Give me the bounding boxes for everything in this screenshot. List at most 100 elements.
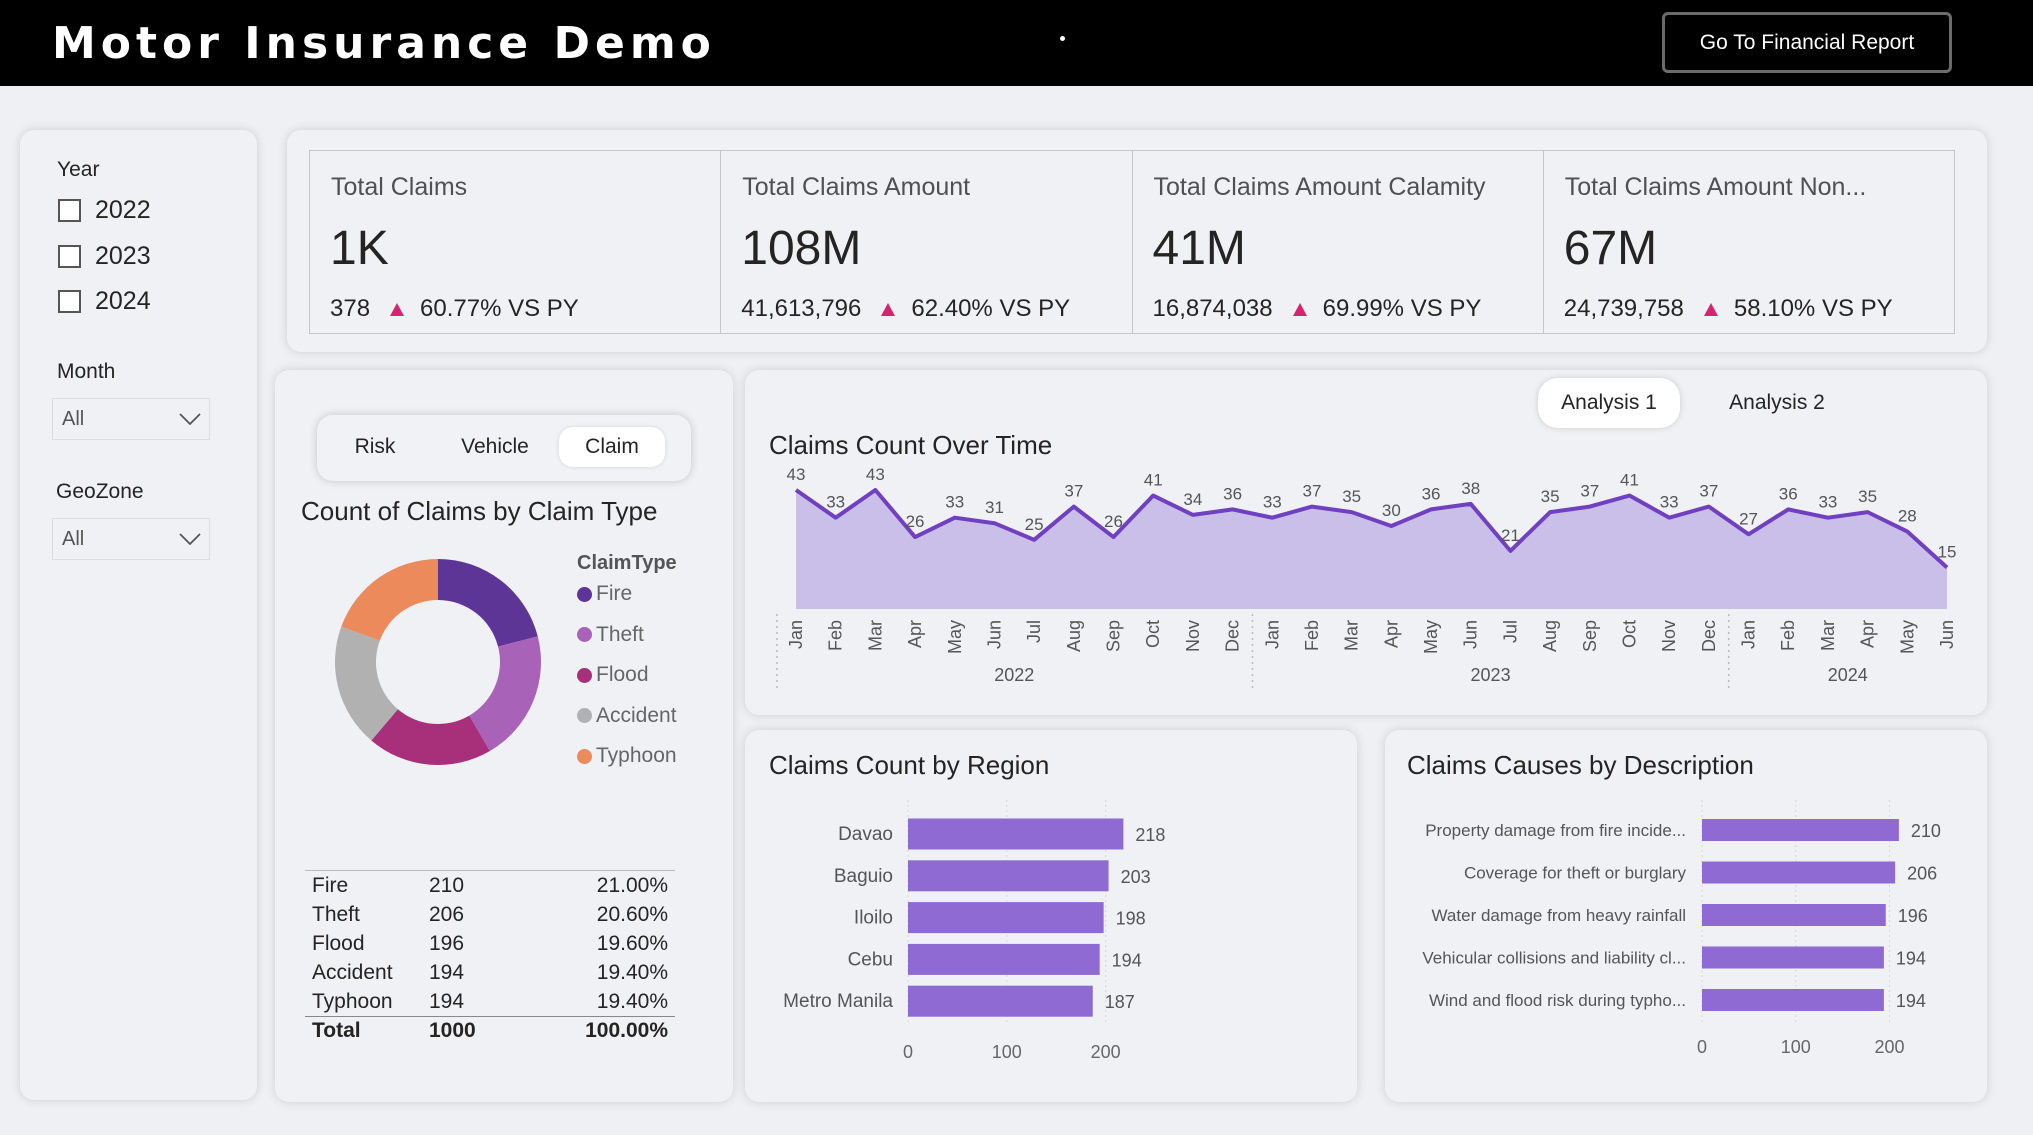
x-tick-label: Jun	[984, 620, 1004, 649]
checkbox[interactable]	[58, 245, 81, 268]
kpi-sub-value: 41,613,796	[741, 295, 862, 322]
kpi-title: Total Claims Amount Non...	[1564, 173, 1867, 201]
financial-report-button[interactable]: Go To Financial Report	[1662, 12, 1952, 73]
claim-type-table: Fire 210 21.00% Theft 206 20.60% Flood 1…	[305, 870, 675, 1045]
year-option-2022[interactable]: 2022	[58, 196, 151, 225]
data-label: 203	[1121, 867, 1151, 887]
data-label: 37	[1064, 482, 1083, 501]
cell-count: 194	[429, 989, 465, 1013]
data-label: 43	[787, 465, 806, 484]
data-label: 30	[1382, 501, 1401, 520]
x-tick-label: 200	[1091, 1042, 1121, 1062]
geozone-dropdown[interactable]: All	[52, 518, 210, 560]
x-tick-label: Jul	[1024, 620, 1044, 643]
series-line[interactable]	[794, 488, 1949, 569]
legend-title: ClaimType	[577, 552, 677, 574]
bar[interactable]	[1702, 904, 1886, 926]
x-tick-label: Nov	[1659, 620, 1679, 652]
kpi-card-total-claims[interactable]: Total Claims 1K 378 60.77% VS PY	[310, 151, 722, 333]
month-dropdown-value: All	[62, 407, 85, 430]
legend-item-typhoon[interactable]: Typhoon	[577, 744, 677, 768]
bar[interactable]	[1702, 819, 1899, 841]
kpi-card-claims-amount-calamity[interactable]: Total Claims Amount Calamity 41M 16,874,…	[1133, 151, 1544, 333]
table-row[interactable]: Fire 210 21.00%	[305, 871, 675, 900]
month-dropdown[interactable]: All	[52, 398, 210, 440]
geozone-filter-label: GeoZone	[56, 480, 144, 503]
kpi-title: Total Claims Amount	[742, 173, 971, 201]
legend-item-flood[interactable]: Flood	[577, 663, 649, 687]
year-option-2023[interactable]: 2023	[58, 242, 151, 271]
legend-item-theft[interactable]: Theft	[577, 623, 644, 647]
x-tick-label: 100	[992, 1042, 1022, 1062]
segment-risk-button[interactable]: Risk	[335, 427, 415, 467]
tab-analysis-2[interactable]: Analysis 2	[1707, 378, 1847, 428]
cell-type: Accident	[312, 960, 393, 984]
x-tick-label: Aug	[1540, 620, 1560, 652]
bar[interactable]	[908, 860, 1109, 892]
legend-label: Theft	[596, 622, 644, 646]
claims-causes-chart[interactable]: 0 100 200 Property damage from fire incide.…	[1385, 730, 1987, 1102]
x-tick-label: May	[945, 620, 965, 654]
x-tick-label: 200	[1874, 1037, 1904, 1057]
header-bar: Motor Insurance Demo Go To Financial Rep…	[0, 0, 2033, 86]
data-label: 37	[1580, 482, 1599, 501]
bar[interactable]	[908, 943, 1100, 975]
data-label: 210	[1911, 821, 1941, 841]
kpi-card-total-claims-amount[interactable]: Total Claims Amount 108M 41,613,796 62.4…	[721, 151, 1133, 333]
data-label: 26	[906, 512, 925, 531]
filter-pane: Year 2022 2023 2024 Month All GeoZone Al…	[20, 130, 257, 1100]
kpi-change: 62.40% VS PY	[911, 295, 1071, 322]
segment-vehicle-button[interactable]: Vehicle	[445, 427, 545, 467]
donut-slice-fire[interactable]	[438, 559, 538, 647]
year-option-label: 2023	[95, 242, 151, 270]
x-tick-label: Feb	[826, 620, 846, 651]
data-label: 35	[1858, 487, 1877, 506]
data-label: 21	[1501, 526, 1520, 545]
bar[interactable]	[908, 818, 1124, 850]
kpi-value: 67M	[1563, 222, 1658, 275]
table-row[interactable]: Theft 206 20.60%	[305, 900, 675, 929]
year-filter-label: Year	[57, 158, 100, 181]
kpi-value: 108M	[741, 222, 862, 275]
x-tick-label: Jun	[1461, 620, 1481, 649]
checkbox[interactable]	[58, 199, 81, 222]
cell-percent: 19.40%	[596, 989, 668, 1013]
segment-claim-button[interactable]: Claim	[559, 427, 665, 467]
bar[interactable]	[1702, 989, 1884, 1011]
legend-label: Accident	[596, 703, 677, 727]
cell-percent: 21.00%	[596, 873, 668, 897]
kpi-subline: 41,613,796 62.40% VS PY	[741, 295, 1070, 323]
data-label: 41	[1144, 471, 1163, 490]
bar[interactable]	[1702, 946, 1884, 969]
bar[interactable]	[908, 902, 1104, 934]
x-tick-label: Jan	[1739, 620, 1759, 649]
x-tick-label: May	[1421, 620, 1441, 654]
donut-slice-theft[interactable]	[469, 636, 541, 751]
legend-item-accident[interactable]: Accident	[577, 704, 677, 728]
cell-count: 196	[429, 931, 465, 955]
kpi-panel: Total Claims 1K 378 60.77% VS PY Total C…	[287, 130, 1987, 352]
data-label: 41	[1620, 471, 1639, 490]
table-row[interactable]: Flood 196 19.60%	[305, 929, 675, 958]
x-tick-label: Dec	[1223, 620, 1243, 652]
claim-type-donut-chart[interactable]	[318, 542, 558, 782]
year-option-2024[interactable]: 2024	[58, 287, 151, 316]
kpi-subline: 16,874,038 69.99% VS PY	[1153, 295, 1482, 323]
cell-type: Flood	[312, 931, 365, 955]
kpi-card-claims-amount-non-calamity[interactable]: Total Claims Amount Non... 67M 24,739,75…	[1544, 151, 1954, 333]
bar[interactable]	[1702, 861, 1896, 884]
legend-dot-icon	[577, 586, 592, 602]
data-label: 38	[1461, 479, 1480, 498]
data-label: 33	[1660, 493, 1679, 512]
claims-by-region-chart[interactable]: 0 100 200 Davao 218 Baguio 203 Iloilo 198 Cebu 194…	[745, 730, 1357, 1102]
table-row[interactable]: Accident 194 19.40%	[305, 958, 675, 987]
category-label: Wind and flood risk during typho...	[1429, 991, 1686, 1010]
legend-item-fire[interactable]: Fire	[577, 582, 632, 606]
cell-type: Typhoon	[312, 989, 393, 1013]
segment-switcher: Risk Vehicle Claim	[317, 415, 691, 481]
bar[interactable]	[908, 985, 1093, 1017]
table-row[interactable]: Typhoon 194 19.40%	[305, 987, 675, 1016]
donut-slice-typhoon[interactable]	[341, 559, 438, 641]
checkbox[interactable]	[58, 290, 81, 313]
tab-analysis-1[interactable]: Analysis 1	[1538, 378, 1680, 428]
